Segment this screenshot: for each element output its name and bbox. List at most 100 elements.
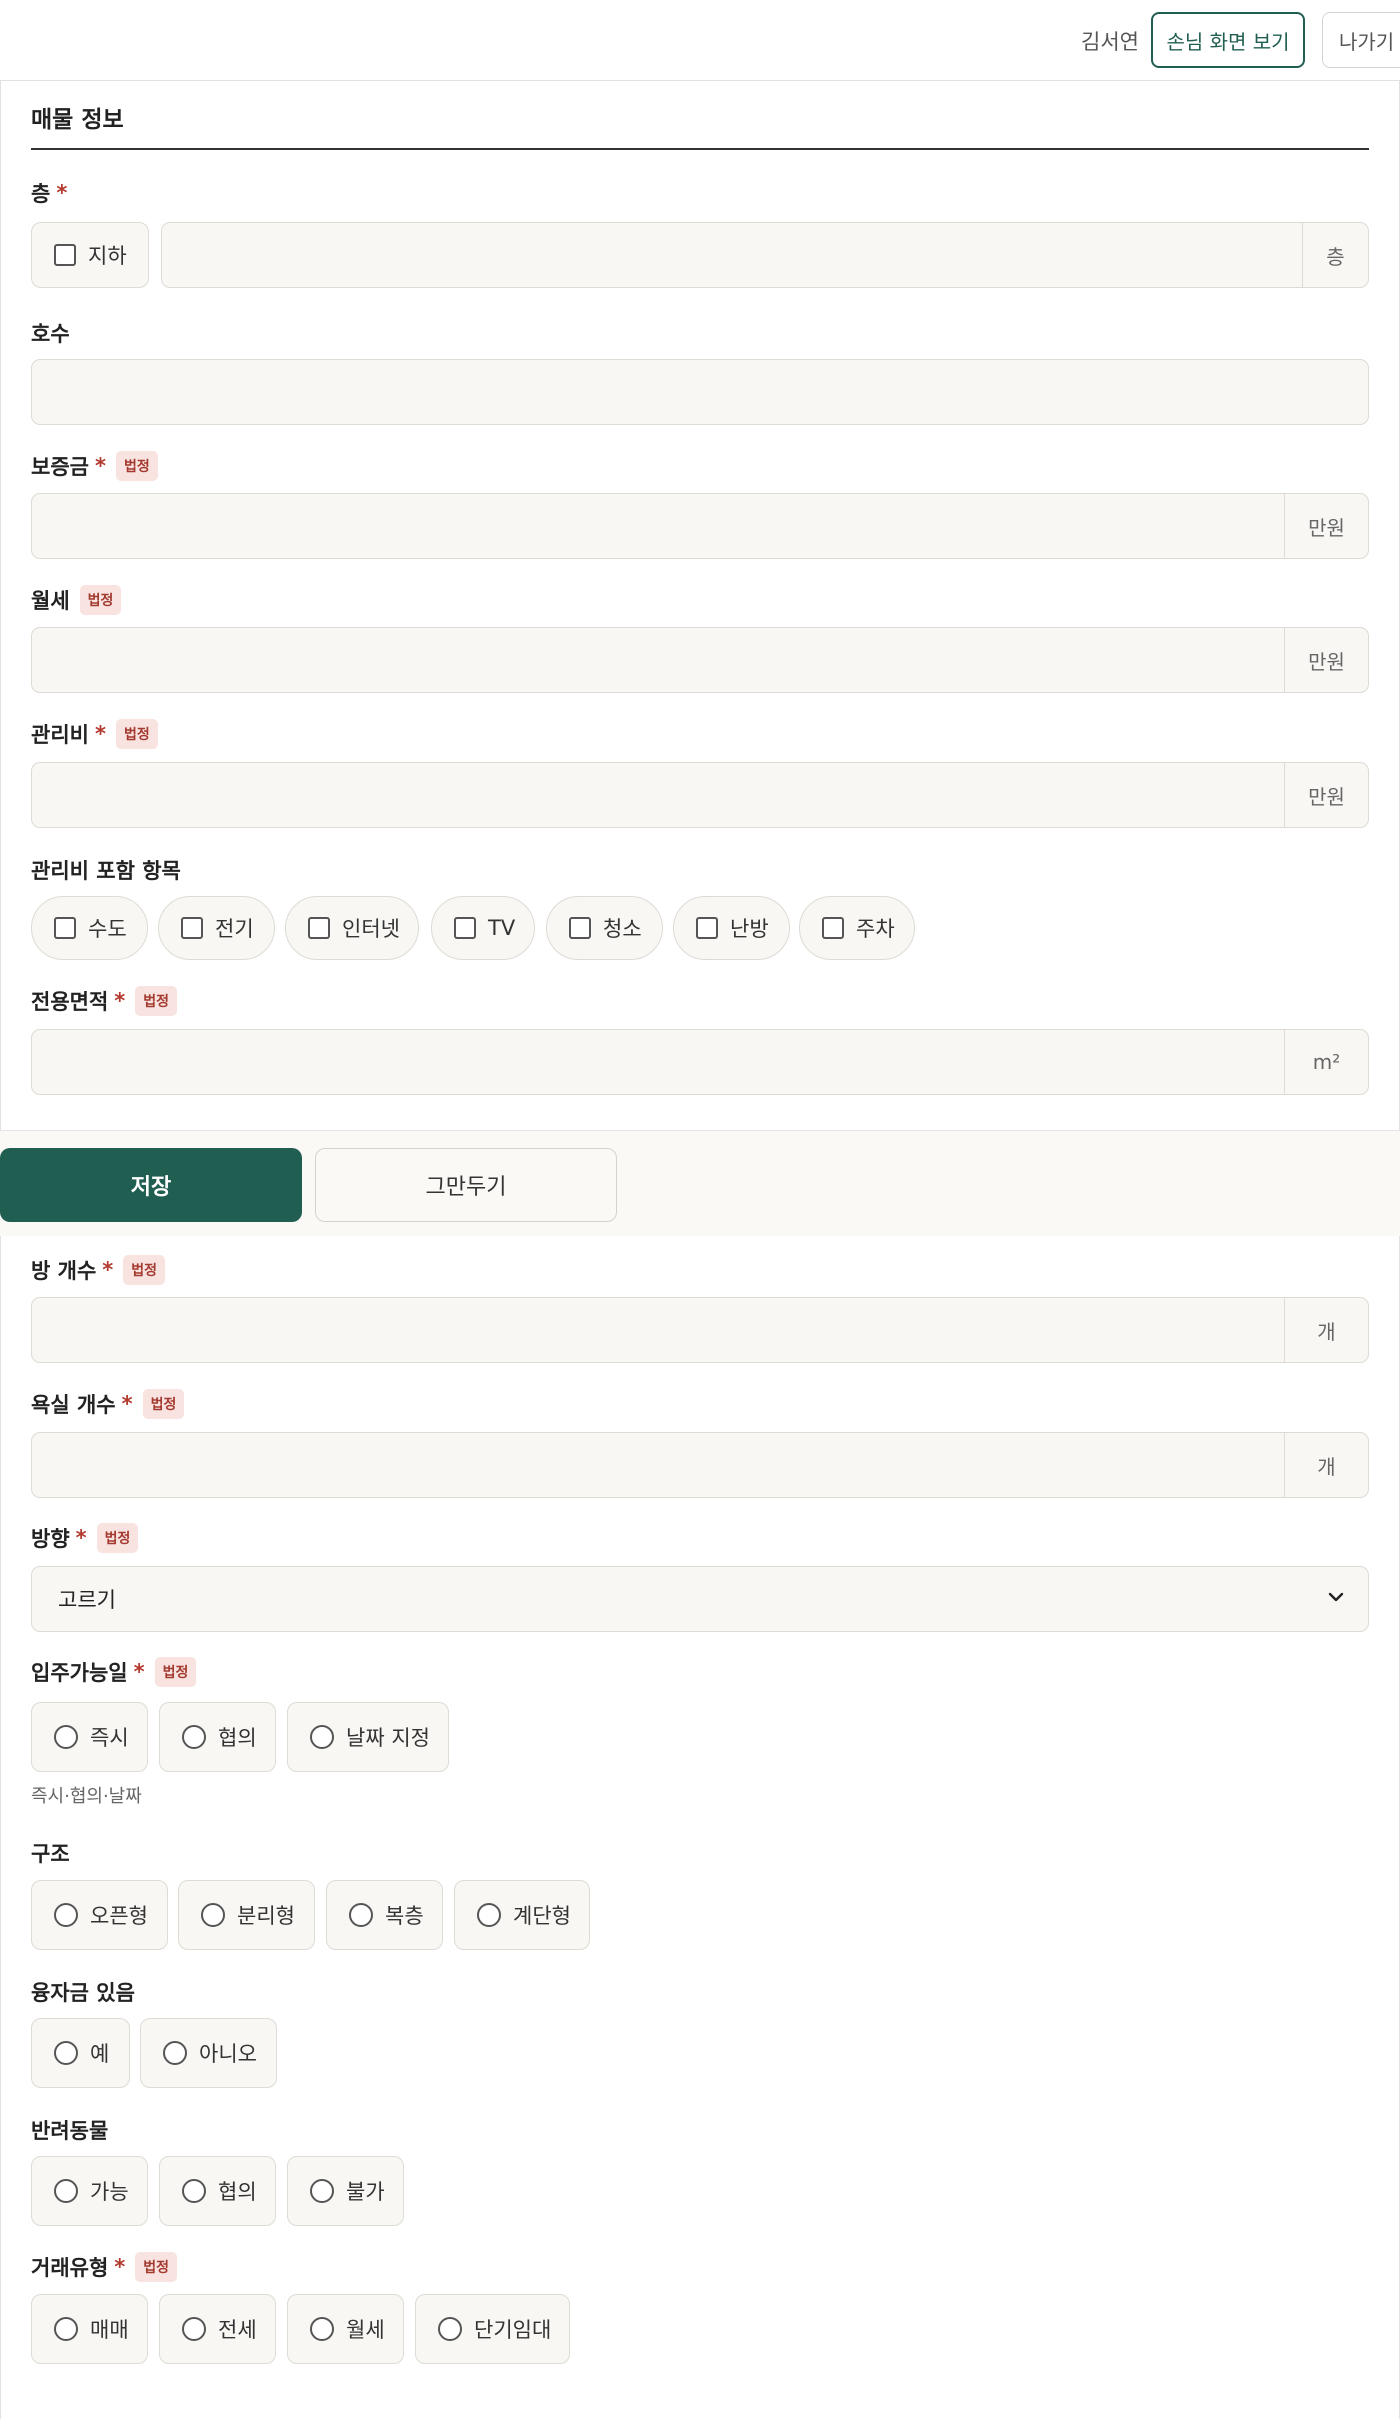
required-mark: * (133, 1660, 145, 1684)
radio-circle[interactable] (54, 2317, 78, 2341)
radio-circle[interactable] (182, 2317, 206, 2341)
bathroom-count-field: 개 (31, 1432, 1369, 1498)
include-heating-checkbox[interactable]: 난방 (673, 896, 790, 960)
radio-circle[interactable] (310, 2179, 334, 2203)
pets-allowed-radio[interactable]: 가능 (31, 2156, 148, 2226)
exit-button[interactable]: 나가기 (1322, 12, 1400, 68)
save-button[interactable]: 저장 (0, 1148, 302, 1222)
move-in-negotiable-radio[interactable]: 협의 (159, 1702, 276, 1772)
basement-checkbox[interactable]: 지하 (31, 222, 149, 288)
direction-selected-value: 고르기 (58, 1588, 116, 1612)
legal-badge: 법정 (115, 719, 158, 749)
radio-circle[interactable] (54, 2179, 78, 2203)
required-mark: * (114, 2255, 126, 2279)
radio-circle[interactable] (477, 1903, 501, 1927)
structure-duplex-radio[interactable]: 복층 (326, 1880, 443, 1950)
unit-no-label: 호수 (31, 322, 70, 346)
required-mark: * (56, 181, 68, 205)
cancel-button[interactable]: 그만두기 (315, 1148, 617, 1222)
loan-yes-radio[interactable]: 예 (31, 2018, 130, 2088)
radio-circle[interactable] (201, 1903, 225, 1927)
checkbox-box[interactable] (54, 244, 76, 266)
radio-circle[interactable] (54, 1725, 78, 1749)
deposit-label: 보증금 * 법정 (31, 451, 158, 481)
section-divider (31, 148, 1369, 150)
radio-circle[interactable] (163, 2041, 187, 2065)
checkbox-box[interactable] (696, 917, 718, 939)
radio-circle[interactable] (310, 1725, 334, 1749)
structure-open-radio[interactable]: 오픈형 (31, 1880, 168, 1950)
pets-negotiable-radio[interactable]: 협의 (159, 2156, 276, 2226)
monthly-rent-field: 만원 (31, 627, 1369, 693)
bathroom-count-label: 욕실 개수 * 법정 (31, 1389, 185, 1419)
deal-monthly-radio[interactable]: 월세 (287, 2294, 404, 2364)
checkbox-box[interactable] (54, 917, 76, 939)
direction-select[interactable]: 고르기 (31, 1566, 1369, 1632)
checkbox-box[interactable] (454, 917, 476, 939)
deal-short-term-radio[interactable]: 단기임대 (415, 2294, 570, 2364)
floor-unit: 층 (1302, 223, 1368, 287)
legal-badge: 법정 (115, 451, 158, 481)
include-water-checkbox[interactable]: 수도 (31, 896, 148, 960)
include-cleaning-checkbox[interactable]: 청소 (546, 896, 663, 960)
checkbox-box[interactable] (308, 917, 330, 939)
deposit-field: 만원 (31, 493, 1369, 559)
bathroom-count-input[interactable] (32, 1433, 1288, 1497)
move-in-date-radio[interactable]: 날짜 지정 (287, 1702, 449, 1772)
checkbox-box[interactable] (569, 917, 591, 939)
deposit-input[interactable] (32, 494, 1288, 558)
include-electric-checkbox[interactable]: 전기 (158, 896, 275, 960)
legal-badge: 법정 (135, 2252, 178, 2282)
maintenance-fee-label: 관리비 * 법정 (31, 719, 158, 749)
maintenance-fee-field: 만원 (31, 762, 1369, 828)
room-count-field: 개 (31, 1297, 1369, 1363)
structure-separate-radio[interactable]: 분리형 (178, 1880, 315, 1950)
checkbox-box[interactable] (822, 917, 844, 939)
monthly-rent-unit: 만원 (1284, 628, 1368, 692)
chevron-down-icon (1328, 1592, 1344, 1602)
bathroom-count-unit: 개 (1284, 1433, 1368, 1497)
include-internet-checkbox[interactable]: 인터넷 (285, 896, 419, 960)
checkbox-box[interactable] (181, 917, 203, 939)
unit-no-field (31, 359, 1369, 425)
maintenance-includes-label: 관리비 포함 항목 (31, 859, 181, 883)
include-tv-checkbox[interactable]: TV (431, 896, 535, 960)
exclusive-area-input[interactable] (32, 1030, 1288, 1094)
move-in-hint: 즉시·협의·날짜 (31, 1786, 142, 1807)
legal-badge: 법정 (135, 986, 178, 1016)
exclusive-area-label: 전용면적 * 법정 (31, 986, 178, 1016)
required-mark: * (94, 454, 106, 478)
action-bar: 저장 그만두기 (0, 1130, 1400, 1236)
radio-circle[interactable] (182, 2179, 206, 2203)
room-count-unit: 개 (1284, 1298, 1368, 1362)
radio-circle[interactable] (54, 2041, 78, 2065)
maintenance-fee-unit: 만원 (1284, 763, 1368, 827)
monthly-rent-input[interactable] (32, 628, 1288, 692)
required-mark: * (114, 989, 126, 1013)
radio-circle[interactable] (349, 1903, 373, 1927)
floor-input[interactable] (162, 223, 1302, 287)
unit-no-input[interactable] (32, 360, 1368, 424)
pets-not-allowed-radio[interactable]: 불가 (287, 2156, 404, 2226)
structure-stair-radio[interactable]: 계단형 (454, 1880, 590, 1950)
deal-sale-radio[interactable]: 매매 (31, 2294, 148, 2364)
move-in-now-radio[interactable]: 즉시 (31, 1702, 148, 1772)
deposit-unit: 만원 (1284, 494, 1368, 558)
required-mark: * (121, 1392, 133, 1416)
radio-circle[interactable] (54, 1903, 78, 1927)
required-mark: * (94, 722, 106, 746)
include-parking-checkbox[interactable]: 주차 (799, 896, 915, 960)
deal-type-label: 거래유형 * 법정 (31, 2252, 178, 2282)
maintenance-fee-input[interactable] (32, 763, 1288, 827)
user-name: 김서연 (1081, 30, 1139, 54)
loan-no-radio[interactable]: 아니오 (140, 2018, 277, 2088)
guest-view-button[interactable]: 손님 화면 보기 (1151, 12, 1305, 68)
deal-jeonse-radio[interactable]: 전세 (159, 2294, 276, 2364)
floor-label: 층 * (31, 181, 68, 206)
radio-circle[interactable] (310, 2317, 334, 2341)
room-count-input[interactable] (32, 1298, 1288, 1362)
exclusive-area-field: m² (31, 1029, 1369, 1095)
radio-circle[interactable] (182, 1725, 206, 1749)
radio-circle[interactable] (438, 2317, 462, 2341)
legal-badge: 법정 (142, 1389, 185, 1419)
